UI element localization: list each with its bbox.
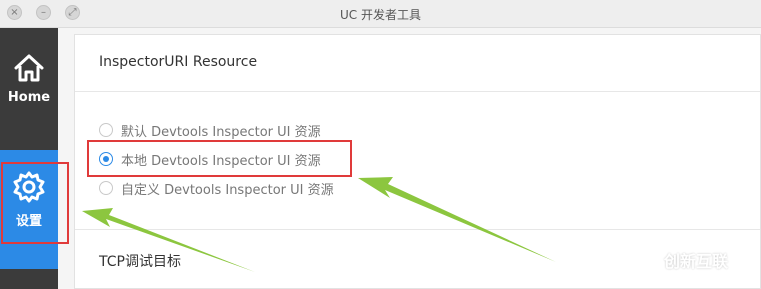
watermark-text: 创新互联 xyxy=(664,252,729,271)
arrow-to-local-option xyxy=(358,177,556,262)
watermark-logo: 创新互联 xyxy=(626,243,728,277)
arrow-to-settings xyxy=(82,208,255,272)
logo-icon xyxy=(627,244,659,276)
